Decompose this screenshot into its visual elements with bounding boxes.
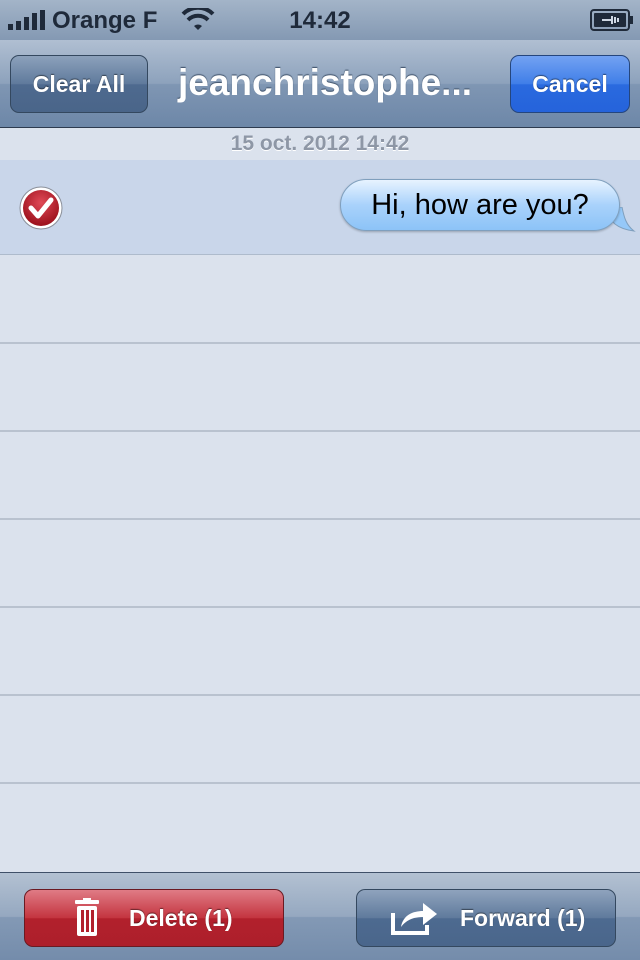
row-divider	[0, 430, 640, 432]
message-bubble[interactable]: Hi, how are you?	[340, 179, 620, 231]
cancel-button[interactable]: Cancel	[510, 55, 630, 113]
forward-button[interactable]: Forward (1)	[356, 889, 616, 947]
date-header: 15 oct. 2012 14:42	[230, 132, 410, 155]
status-time: 14:42	[289, 7, 351, 34]
trash-icon	[75, 898, 99, 936]
forward-arrow-icon	[391, 903, 437, 935]
row-divider	[0, 342, 640, 344]
forward-label: Forward (1)	[460, 905, 586, 931]
delete-label: Delete (1)	[129, 905, 233, 931]
selected-checkmark-icon[interactable]	[18, 185, 64, 231]
clear-all-button[interactable]: Clear All	[10, 55, 148, 113]
row-divider	[0, 518, 640, 520]
status-bar: Orange F 14:42	[0, 0, 640, 40]
battery-charging-icon	[590, 9, 633, 31]
delete-button[interactable]: Delete (1)	[24, 889, 284, 947]
nav-bar: Clear All jeanchristophe... Cancel	[0, 40, 640, 128]
bottom-toolbar: Delete (1) Forward (1)	[0, 872, 640, 960]
row-divider	[0, 606, 640, 608]
conversation-title: jeanchristophe...	[177, 62, 472, 103]
row-divider	[0, 782, 640, 784]
message-row[interactable]: Hi, how are you?	[0, 160, 640, 255]
row-divider	[0, 694, 640, 696]
